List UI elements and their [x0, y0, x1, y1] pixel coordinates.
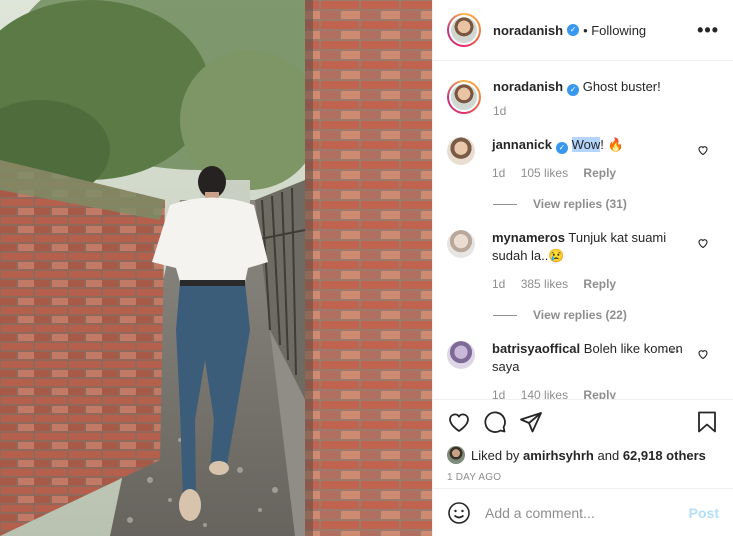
caption-avatar[interactable]: [447, 80, 481, 114]
alley-photo-illustration: [0, 0, 432, 536]
comment-bubble-icon[interactable]: [483, 410, 507, 434]
view-replies-button[interactable]: View replies (22): [433, 308, 733, 322]
comment-text: ! 🔥: [600, 137, 624, 152]
comment-more-icon[interactable]: ···: [664, 342, 681, 358]
following-status[interactable]: • Following: [583, 23, 646, 38]
comment-heart-icon[interactable]: [697, 237, 709, 249]
reply-button[interactable]: Reply: [583, 388, 616, 399]
reply-button[interactable]: Reply: [583, 277, 616, 291]
smiley-icon[interactable]: [447, 501, 471, 525]
view-replies-button[interactable]: View replies (31): [433, 197, 733, 211]
comments-list[interactable]: noradanish ✓ Ghost buster! 1d jannanick ✓ …: [433, 62, 733, 399]
view-replies-label: View replies (22): [533, 308, 627, 322]
liked-by-user[interactable]: amirhsyhrh: [523, 448, 594, 463]
caption-text: Ghost buster!: [582, 79, 661, 94]
post-header: noradanish ✓ • Following •••: [433, 0, 733, 61]
comment-time: 1d: [492, 277, 506, 291]
post-sidebar: noradanish ✓ • Following ••• noradanish ✓…: [432, 0, 733, 536]
heart-icon[interactable]: [447, 410, 471, 434]
comment-time: 1d: [492, 166, 506, 180]
author-username[interactable]: noradanish: [493, 23, 563, 38]
post-photo[interactable]: [0, 0, 432, 536]
comment-time: 1d: [492, 388, 506, 399]
view-replies-label: View replies (31): [533, 197, 627, 211]
comment-heart-icon[interactable]: [697, 348, 709, 360]
comment-item: jannanick ✓ Wow! 🔥 1d 105 likes Reply: [433, 136, 733, 182]
replies-divider: [493, 203, 517, 205]
commenter-avatar[interactable]: [447, 341, 475, 369]
comment-likes[interactable]: 385 likes: [521, 277, 568, 291]
comment-username[interactable]: jannanick: [492, 137, 552, 152]
bookmark-icon[interactable]: [695, 410, 719, 434]
paper-plane-icon[interactable]: [519, 410, 543, 434]
caption-time: 1d: [493, 104, 507, 118]
add-comment-bar: Post: [433, 488, 733, 536]
author-avatar[interactable]: [447, 13, 481, 47]
verified-badge-icon: ✓: [567, 84, 580, 96]
caption-username[interactable]: noradanish: [493, 79, 563, 94]
post-timestamp[interactable]: 1 DAY AGO: [447, 472, 719, 483]
comment-text-highlighted: Wow: [571, 137, 601, 152]
verified-badge-icon: ✓: [567, 24, 580, 36]
comment-username[interactable]: mynameros: [492, 230, 565, 245]
comment-heart-icon[interactable]: [697, 144, 709, 156]
liked-by-joiner: and: [597, 447, 620, 463]
post-comment-button[interactable]: Post: [689, 505, 719, 521]
commenter-avatar[interactable]: [447, 230, 475, 258]
liked-by-others[interactable]: 62,918 others: [623, 448, 706, 463]
replies-divider: [493, 314, 517, 316]
comment-input[interactable]: [485, 504, 689, 521]
comment-likes[interactable]: 140 likes: [521, 388, 568, 399]
liked-by-summary: Liked by amirhsyhrh and 62,918 others: [447, 446, 719, 464]
reply-button[interactable]: Reply: [583, 166, 616, 180]
post-caption: noradanish ✓ Ghost buster! 1d: [433, 62, 733, 120]
comment-item: mynameros Tunjuk kat suami sudah la..😢 1…: [433, 229, 733, 293]
post-actions: Liked by amirhsyhrh and 62,918 others 1 …: [433, 399, 733, 488]
comment-item: batrisyaoffical Boleh like komen saya 1d…: [433, 340, 733, 399]
liker-avatar[interactable]: [447, 446, 465, 464]
comment-username[interactable]: batrisyaoffical: [492, 341, 580, 356]
verified-badge-icon: ✓: [555, 142, 568, 154]
comment-likes[interactable]: 105 likes: [521, 166, 568, 180]
liked-by-prefix: Liked by: [471, 447, 520, 463]
commenter-avatar[interactable]: [447, 137, 475, 165]
more-options-icon[interactable]: •••: [697, 20, 719, 41]
